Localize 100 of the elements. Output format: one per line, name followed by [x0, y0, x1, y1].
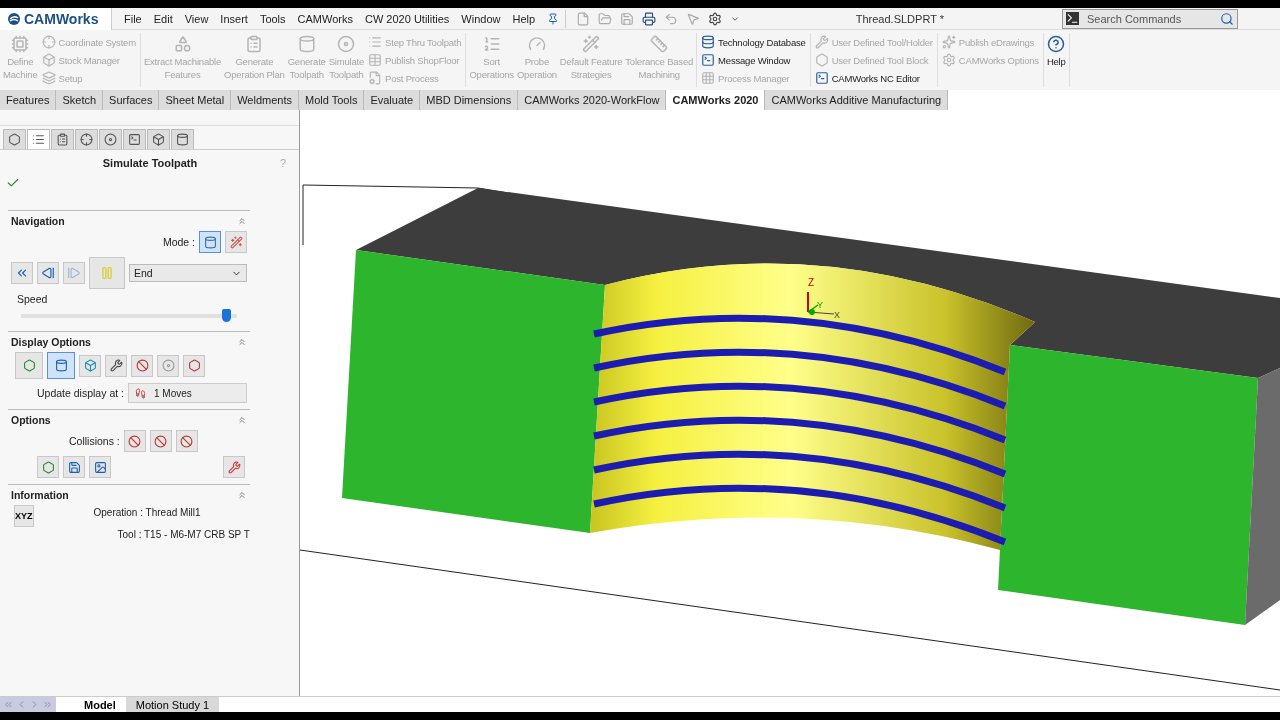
panel-tab[interactable]	[3, 129, 26, 149]
logo-text: CAMWorks	[24, 10, 99, 27]
save-icon	[67, 460, 81, 474]
display-toggle[interactable]	[79, 354, 101, 377]
settings-icon	[941, 53, 956, 67]
collapse-icon[interactable]	[237, 337, 247, 347]
hexagon-icon	[22, 359, 36, 372]
panel-tab[interactable]	[27, 129, 50, 149]
new-file-icon[interactable]	[576, 11, 591, 26]
menu-item[interactable]: View	[178, 12, 215, 25]
ribbon-button[interactable]: Message Window	[700, 51, 807, 69]
ok-check-icon[interactable]	[6, 176, 20, 190]
hexagon-icon	[8, 133, 21, 146]
undo-icon[interactable]	[664, 11, 679, 26]
list-icon	[368, 35, 383, 49]
tab[interactable]: CAMWorks 2020-WorkFlow	[518, 90, 667, 110]
terminal-icon	[128, 133, 141, 146]
xyz-button[interactable]: XYZ	[14, 505, 34, 527]
box-icon	[152, 133, 165, 146]
panel-tab[interactable]	[99, 129, 122, 149]
mode-button[interactable]	[225, 231, 247, 253]
display-toggle[interactable]	[131, 354, 153, 377]
pointer-icon[interactable]	[686, 11, 701, 26]
collisions-label: Collisions :	[69, 435, 120, 447]
panel-tab[interactable]	[51, 129, 74, 149]
footprint-icon	[134, 387, 146, 399]
axis-triad	[807, 291, 835, 315]
playback-button[interactable]	[11, 262, 33, 284]
panel-tab[interactable]	[123, 129, 146, 149]
terminal-icon	[1066, 12, 1079, 25]
section-title: Navigation	[11, 215, 65, 227]
menu-item[interactable]: File	[118, 12, 148, 25]
search-input[interactable]: Search Commands	[1085, 11, 1214, 26]
menu-item[interactable]: CW 2020 Utilities	[359, 12, 456, 25]
collapse-icon[interactable]	[237, 415, 247, 425]
printer-icon[interactable]	[642, 11, 657, 26]
collapse-icon[interactable]	[237, 490, 247, 500]
cylinder-icon	[54, 359, 68, 372]
image-icon	[93, 460, 107, 474]
display-toggle[interactable]	[47, 352, 75, 379]
save-button[interactable]	[63, 456, 85, 478]
no-entry-icon	[180, 434, 194, 448]
section-title: Display Options	[11, 336, 91, 348]
panel-tab[interactable]	[171, 129, 194, 149]
step-back-icon	[41, 266, 55, 280]
display-toggle[interactable]	[183, 354, 205, 377]
menu-item[interactable]: Help	[506, 12, 542, 25]
search-icon[interactable]	[1220, 11, 1234, 26]
pin-icon[interactable]	[547, 12, 560, 25]
update-field[interactable]: 1 Moves	[127, 383, 247, 403]
bottom-tab[interactable]: Motion Study 1	[125, 697, 220, 712]
display-toggle[interactable]	[15, 352, 43, 379]
playback-button[interactable]	[37, 262, 59, 284]
panel-tab[interactable]	[75, 129, 98, 149]
file-gear-icon	[368, 71, 383, 85]
ribbon-button[interactable]: Help	[1045, 33, 1067, 87]
position-dropdown[interactable]: End	[129, 264, 247, 282]
operation-text: Operation : Thread Mill1	[93, 507, 202, 518]
slider-thumb[interactable]	[222, 309, 232, 322]
collision-button[interactable]	[149, 430, 172, 452]
search-field[interactable]: Search Commands	[1062, 8, 1238, 29]
settings-icon[interactable]	[708, 11, 723, 26]
tab[interactable]: Mold Tools	[299, 90, 365, 110]
display-toggle[interactable]	[105, 354, 127, 377]
tab[interactable]: Sketch	[56, 90, 104, 110]
tab[interactable]: Evaluate	[364, 90, 421, 110]
tab[interactable]: Sheet Metal	[159, 90, 232, 110]
tab[interactable]: Features	[0, 90, 57, 110]
tool-icon	[109, 359, 123, 372]
menu-item[interactable]: Insert	[214, 12, 254, 25]
sparkle-icon	[941, 35, 956, 49]
mode-button[interactable]	[199, 231, 221, 253]
tab[interactable]: Weldments	[231, 90, 299, 110]
tab[interactable]: Surfaces	[103, 90, 160, 110]
image-button[interactable]	[89, 456, 111, 478]
tab[interactable]: MBD Dimensions	[420, 90, 519, 110]
folder-icon[interactable]	[598, 11, 613, 26]
ribbon-button[interactable]: CAMWorks NC Editor	[813, 69, 934, 87]
wrench-icon	[814, 35, 829, 49]
tool-icon	[203, 235, 217, 249]
no-entry-icon	[128, 434, 142, 448]
crosshair-icon	[41, 35, 56, 49]
tools-button[interactable]	[223, 456, 245, 478]
export-button[interactable]	[37, 456, 59, 478]
menu-item[interactable]: Edit	[147, 12, 179, 25]
collision-button[interactable]	[175, 430, 198, 452]
menu-item[interactable]: Tools	[253, 12, 292, 25]
document-title: Thread.SLDPRT *	[855, 12, 944, 25]
tab[interactable]: CAMWorks Additive Manufacturing	[765, 90, 949, 110]
menu-item[interactable]: CAMWorks	[291, 12, 359, 25]
collapse-icon[interactable]	[237, 216, 247, 226]
ribbon-button[interactable]: Technology Database	[700, 33, 807, 51]
collision-button[interactable]	[123, 430, 146, 452]
help-icon	[1047, 35, 1066, 53]
table-icon	[368, 53, 383, 67]
menu-item[interactable]: Window	[455, 12, 507, 25]
save-icon[interactable]	[620, 11, 635, 26]
display-toggle[interactable]	[157, 354, 179, 377]
panel-tab[interactable]	[147, 129, 170, 149]
axis-label: Z	[808, 277, 815, 288]
